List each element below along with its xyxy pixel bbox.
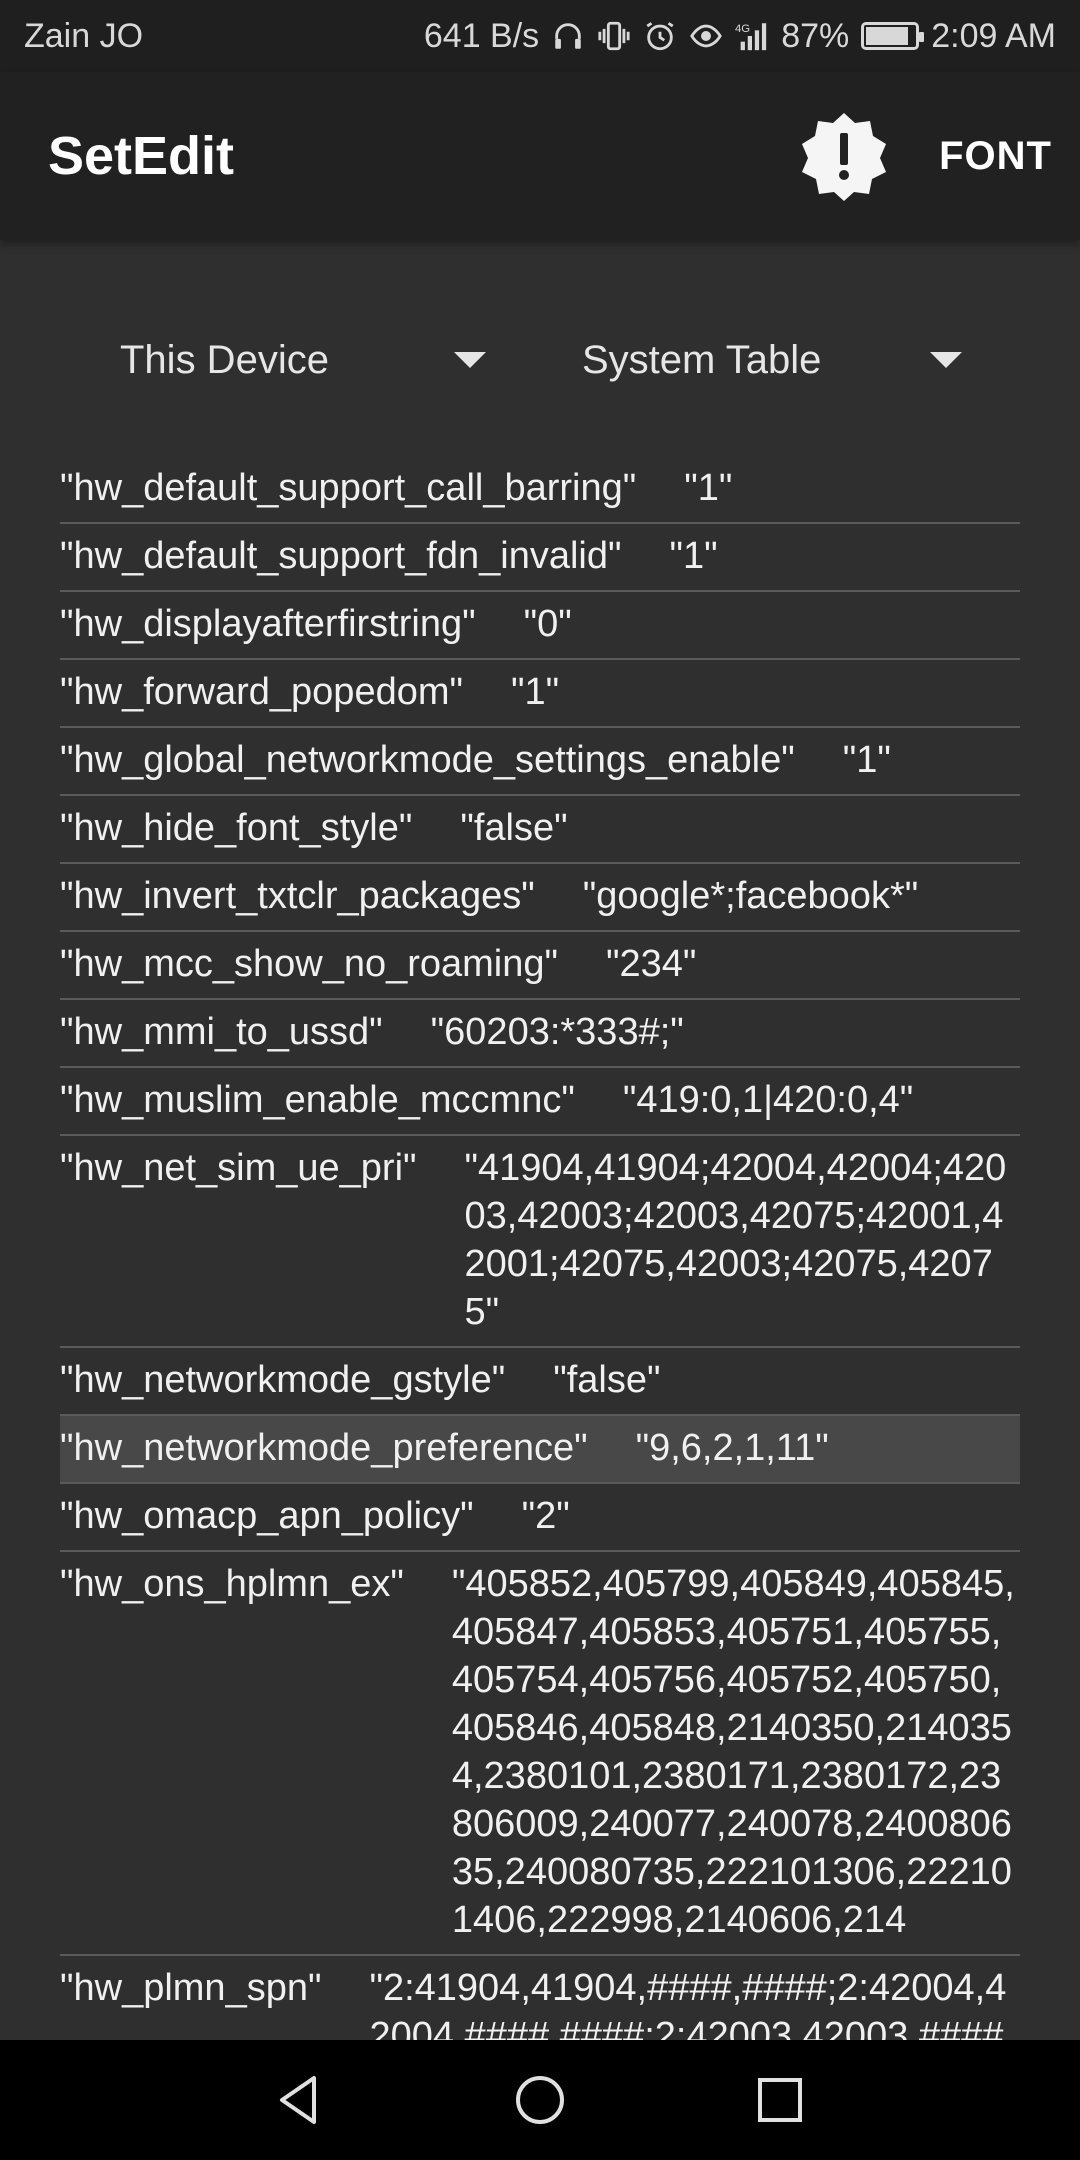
setting-row[interactable]: "hw_omacp_apn_policy" "2" bbox=[60, 1484, 1020, 1552]
setting-row[interactable]: "hw_plmn_spn" "2:41904,41904,####,####;2:… bbox=[60, 1956, 1020, 2040]
setting-value: "419:0,1|420:0,4" bbox=[622, 1079, 914, 1121]
device-spinner-label: This Device bbox=[120, 337, 329, 382]
setting-row[interactable]: "hw_muslim_enable_mccmnc" "419:0,1|420:0,… bbox=[60, 1068, 1020, 1136]
carrier-name: Zain JO bbox=[24, 16, 144, 55]
setting-row[interactable]: "hw_default_support_fdn_invalid" "1" bbox=[60, 524, 1020, 592]
navigation-bar bbox=[0, 2040, 1080, 2160]
setting-row[interactable]: "hw_networkmode_preference" "9,6,2,1,11" bbox=[60, 1416, 1020, 1484]
network-speed: 641 B/s bbox=[423, 16, 540, 55]
battery-icon bbox=[861, 22, 925, 50]
back-triangle-icon[interactable] bbox=[270, 2070, 330, 2130]
status-bar: Zain JO 641 B/s 4G 87% 2:09 AM bbox=[0, 0, 1080, 72]
settings-list-inner: "hw_default_support_call_barring" "1" "hw_… bbox=[60, 466, 1020, 2040]
battery-percent: 87% bbox=[781, 16, 850, 55]
eye-comfort-icon bbox=[690, 24, 723, 48]
setting-key: "hw_mcc_show_no_roaming" bbox=[60, 943, 559, 985]
setting-row[interactable]: "hw_forward_popedom" "1" bbox=[60, 660, 1020, 728]
setting-key: "hw_mmi_to_ussd" bbox=[60, 1011, 383, 1053]
svg-text:4G: 4G bbox=[735, 23, 750, 35]
setting-key: "hw_networkmode_gstyle" bbox=[60, 1359, 506, 1401]
setting-value: "1" bbox=[669, 535, 718, 577]
setting-value: "0" bbox=[523, 603, 572, 645]
setting-key: "hw_invert_txtclr_packages" bbox=[60, 875, 535, 917]
setting-value: "false" bbox=[460, 807, 568, 849]
setting-value: "234" bbox=[606, 943, 697, 985]
setting-key: "hw_hide_font_style" bbox=[60, 807, 413, 849]
clock: 2:09 AM bbox=[931, 16, 1056, 55]
setting-value: "60203:*333#;" bbox=[430, 1011, 684, 1053]
font-button[interactable]: FONT bbox=[939, 134, 1052, 179]
warning-badge-icon[interactable] bbox=[799, 111, 889, 201]
setting-value: "9,6,2,1,11" bbox=[635, 1427, 829, 1469]
setting-value: "2:41904,41904,####,####;2:42004,42004,#… bbox=[369, 1967, 1014, 2040]
setting-value: "google*;facebook*" bbox=[582, 875, 919, 917]
setting-key: "hw_networkmode_preference" bbox=[60, 1427, 588, 1469]
setting-row[interactable]: "hw_hide_font_style" "false" bbox=[60, 796, 1020, 864]
setting-value: "41904,41904;42004,42004;42003,42003;420… bbox=[464, 1147, 1007, 1333]
vibrate-icon bbox=[598, 21, 630, 51]
setting-row[interactable]: "hw_displayafterfirstring" "0" bbox=[60, 592, 1020, 660]
headphones-icon bbox=[555, 23, 581, 49]
setting-key: "hw_plmn_spn" bbox=[60, 1967, 322, 2009]
chevron-down-icon bbox=[454, 352, 486, 368]
setting-key: "hw_global_networkmode_settings_enable" bbox=[60, 739, 795, 781]
setting-row[interactable]: "hw_networkmode_gstyle" "false" bbox=[60, 1348, 1020, 1416]
setting-row[interactable]: "hw_mmi_to_ussd" "60203:*333#;" bbox=[60, 1000, 1020, 1068]
setting-value: "1" bbox=[684, 467, 733, 509]
setting-row[interactable]: "hw_invert_txtclr_packages" "google*;face… bbox=[60, 864, 1020, 932]
table-selectors: This Device System Table bbox=[0, 310, 1080, 410]
setting-value: "1" bbox=[842, 739, 891, 781]
setting-key: "hw_default_support_fdn_invalid" bbox=[60, 535, 622, 577]
setting-row[interactable]: "hw_default_support_call_barring" "1" bbox=[60, 466, 1020, 524]
settings-list[interactable]: "hw_default_support_call_barring" "1" "hw_… bbox=[60, 466, 1020, 2040]
setting-key: "hw_omacp_apn_policy" bbox=[60, 1495, 474, 1537]
alarm-icon bbox=[646, 22, 674, 51]
app-actions: FONT bbox=[799, 111, 1052, 201]
app-bar: SetEdit FONT bbox=[0, 72, 1080, 240]
device-spinner[interactable]: This Device bbox=[120, 310, 486, 410]
setting-row[interactable]: "hw_net_sim_ue_pri" "41904,41904;42004,42… bbox=[60, 1136, 1020, 1348]
setting-row[interactable]: "hw_global_networkmode_settings_enable" "… bbox=[60, 728, 1020, 796]
table-spinner-label: System Table bbox=[582, 337, 822, 382]
table-spinner[interactable]: System Table bbox=[582, 310, 962, 410]
setting-key: "hw_default_support_call_barring" bbox=[60, 467, 637, 509]
setting-value: "2" bbox=[521, 1495, 570, 1537]
setting-row[interactable]: "hw_mcc_show_no_roaming" "234" bbox=[60, 932, 1020, 1000]
recents-square-icon[interactable] bbox=[750, 2070, 810, 2130]
home-circle-icon[interactable] bbox=[510, 2070, 570, 2130]
setting-key: "hw_ons_hplmn_ex" bbox=[60, 1563, 404, 1605]
chevron-down-icon bbox=[930, 352, 962, 368]
status-icons: 641 B/s 4G 87% 2:09 AM bbox=[424, 17, 1056, 56]
setting-value: "false" bbox=[553, 1359, 661, 1401]
signal-4g-icon: 4G bbox=[735, 23, 767, 51]
setting-key: "hw_net_sim_ue_pri" bbox=[60, 1147, 417, 1189]
setting-key: "hw_forward_popedom" bbox=[60, 671, 463, 713]
setting-key: "hw_muslim_enable_mccmnc" bbox=[60, 1079, 575, 1121]
setting-value: "1" bbox=[511, 671, 560, 713]
setting-row[interactable]: "hw_ons_hplmn_ex" "405852,405799,405849,4… bbox=[60, 1552, 1020, 1956]
setting-key: "hw_displayafterfirstring" bbox=[60, 603, 476, 645]
setting-value: "405852,405799,405849,405845,405847,4058… bbox=[451, 1563, 1015, 1941]
app-title: SetEdit bbox=[48, 126, 235, 186]
